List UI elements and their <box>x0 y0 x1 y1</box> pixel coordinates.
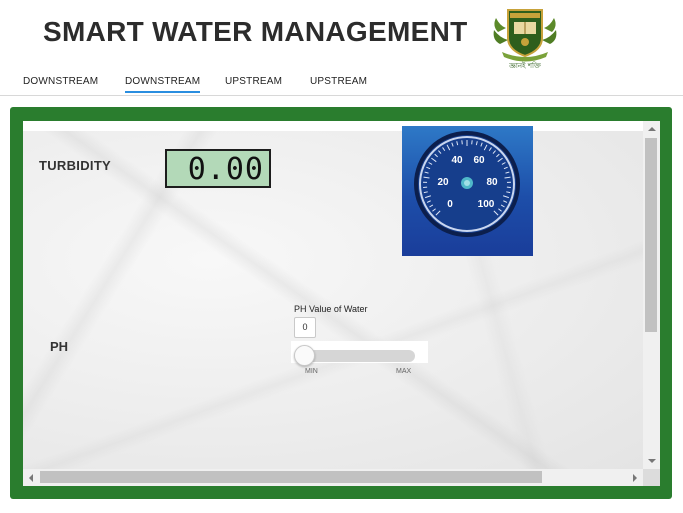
tab-downstream-1[interactable]: DOWNSTREAM <box>23 76 98 91</box>
gauge-tick-40: 40 <box>451 155 463 166</box>
app-window: SMART WATER MANAGEMENT জ্ঞানই শক্তি DOWN… <box>0 0 683 513</box>
vertical-scroll-thumb[interactable] <box>645 138 657 332</box>
ph-slider-track[interactable] <box>301 350 415 362</box>
page-title: SMART WATER MANAGEMENT <box>43 16 468 47</box>
tab-downstream-2[interactable]: DOWNSTREAM <box>125 76 201 93</box>
university-crest-icon: জ্ঞানই শক্তি <box>488 4 562 70</box>
horizontal-scrollbar[interactable] <box>23 469 643 486</box>
gauge-tick-20: 20 <box>437 177 449 188</box>
ph-slider-max-label: MAX <box>396 368 412 375</box>
logo-caption: জ্ঞানই শক্তি <box>508 62 541 70</box>
dashboard-panel: TURBIDITY 0.00 40 60 20 80 0 100 PH PH V… <box>23 121 660 486</box>
dashboard-frame: TURBIDITY 0.00 40 60 20 80 0 100 PH PH V… <box>10 107 672 499</box>
gauge: 40 60 20 80 0 100 <box>402 126 533 256</box>
tab-bar: DOWNSTREAM DOWNSTREAM UPSTREAM UPSTREAM <box>0 72 683 96</box>
scroll-left-icon[interactable] <box>23 469 40 486</box>
header: SMART WATER MANAGEMENT জ্ঞানই শক্তি DOWN… <box>0 0 683 96</box>
turbidity-value: 0.00 <box>187 152 264 187</box>
gauge-tick-0: 0 <box>447 199 453 210</box>
ph-slider-knob[interactable] <box>294 345 315 366</box>
gauge-tick-60: 60 <box>473 155 485 166</box>
tab-upstream-1[interactable]: UPSTREAM <box>225 76 282 91</box>
ph-slider-min-label: MIN <box>305 368 318 375</box>
ph-value-box: 0 <box>294 317 316 338</box>
ph-label: PH <box>50 339 69 354</box>
tab-upstream-2[interactable]: UPSTREAM <box>310 76 367 91</box>
turbidity-label: TURBIDITY <box>39 158 112 173</box>
scroll-right-icon[interactable] <box>626 469 643 486</box>
turbidity-display: 0.00 <box>165 149 271 188</box>
ph-slider: PH Value of Water 0 MIN MAX <box>291 304 429 384</box>
scrollbar-corner <box>643 469 660 486</box>
scroll-down-icon[interactable] <box>643 452 660 469</box>
gauge-tick-100: 100 <box>478 199 495 210</box>
horizontal-scroll-thumb[interactable] <box>40 471 542 483</box>
paper-background <box>23 121 643 469</box>
ph-slider-title: PH Value of Water <box>294 304 368 314</box>
gauge-tick-80: 80 <box>486 177 498 188</box>
scroll-up-icon[interactable] <box>643 121 660 138</box>
vertical-scrollbar[interactable] <box>643 121 660 469</box>
